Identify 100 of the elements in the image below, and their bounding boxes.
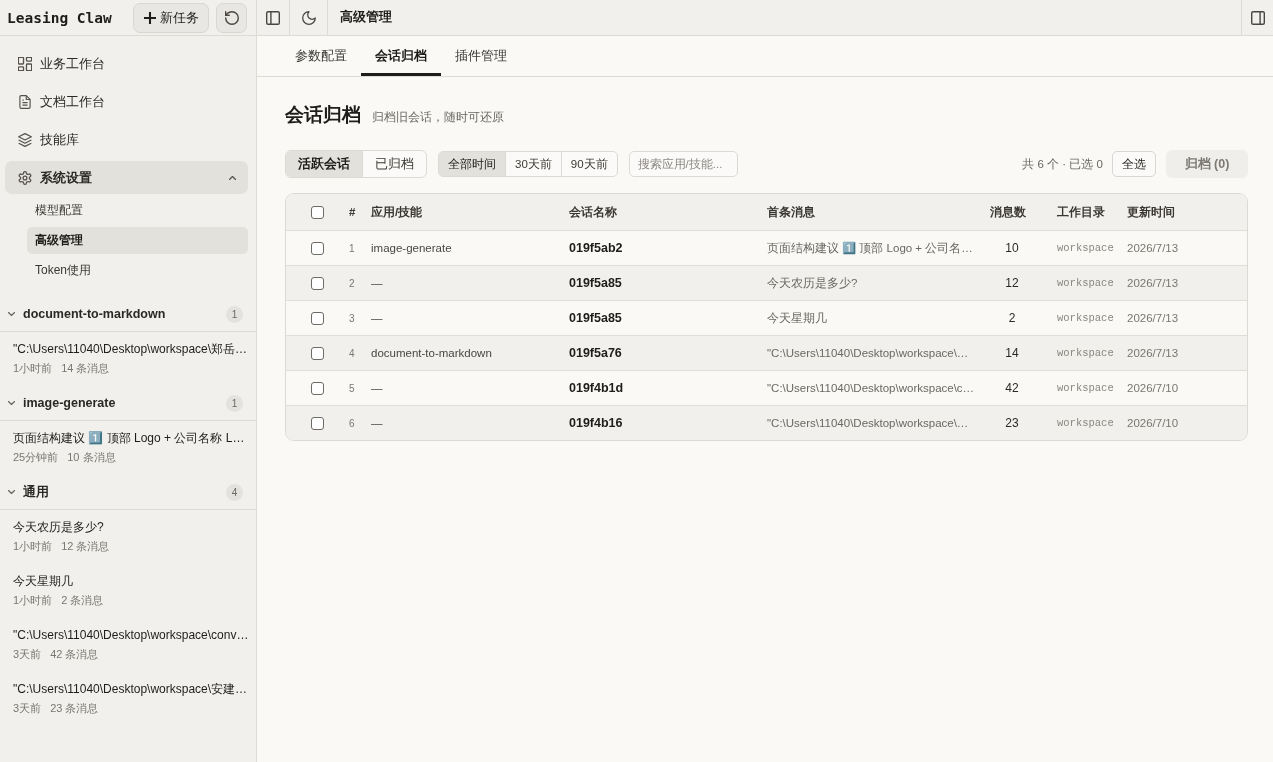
- nav-item[interactable]: 文档工作台: [5, 85, 248, 118]
- nav-item[interactable]: 系统设置: [5, 161, 248, 194]
- group-header[interactable]: document-to-markdown 1: [0, 297, 256, 332]
- session-time: 1小时前: [13, 593, 53, 608]
- row-checkbox[interactable]: [310, 381, 324, 395]
- column-header: 工作目录: [1056, 204, 1106, 220]
- message-count: 12 条消息: [61, 539, 110, 554]
- column-header: 应用/技能: [370, 204, 424, 220]
- column-header: 更新时间: [1126, 204, 1176, 220]
- table-cell-text: 019f5ab2: [568, 241, 624, 255]
- table-cell-text: 019f4b16: [568, 416, 624, 430]
- page-subtitle: 归档旧会话，随时可还原: [372, 110, 504, 125]
- plus-icon: [143, 11, 156, 24]
- message-count: 42 条消息: [50, 647, 99, 662]
- table-cell-text: 1: [348, 242, 356, 254]
- table-cell-text: workspace: [1056, 382, 1115, 394]
- table-cell-text: 2026/7/13: [1126, 312, 1180, 324]
- select-all-checkbox[interactable]: [310, 205, 324, 219]
- table-cell-text: 今天农历是多少?: [766, 275, 859, 291]
- search-field[interactable]: 搜索应用/技能...: [628, 151, 738, 177]
- message-count: 10 条消息: [67, 450, 116, 465]
- table-cell-text: 2026/7/10: [1126, 417, 1180, 429]
- table-cell-text: document-to-markdown: [370, 347, 493, 359]
- table-cell-text: 23: [1004, 416, 1020, 430]
- table-cell-text: —: [370, 277, 384, 289]
- session-title[interactable]: 今天农历是多少?: [13, 518, 104, 536]
- tab[interactable]: 插件管理: [441, 36, 521, 76]
- status-filter-button[interactable]: 活跃会话: [286, 151, 362, 177]
- count-badge: 1: [226, 394, 243, 412]
- table-cell-text: workspace: [1056, 277, 1115, 289]
- dashboard-icon: [18, 56, 32, 71]
- group-header[interactable]: image-generate 1: [0, 386, 256, 421]
- table-cell-text: 10: [1004, 241, 1020, 255]
- table-cell-text: "C:\Users\11040\Desktop\workspace\c…: [766, 382, 975, 394]
- refresh-button[interactable]: [216, 2, 247, 33]
- session-title[interactable]: "C:\Users\11040\Desktop\workspace\安建…: [13, 680, 248, 698]
- table-cell-text: 14: [1004, 346, 1020, 360]
- group-header[interactable]: 通用 4: [0, 475, 256, 510]
- page-title: 高级管理: [339, 8, 393, 26]
- table-cell-text: 页面结构建议 1⃣ 顶部 Logo + 公司名…: [766, 240, 974, 256]
- nav-item[interactable]: 业务工作台: [5, 47, 248, 80]
- table-cell-text: 019f4b1d: [568, 381, 625, 395]
- session-title[interactable]: 页面结构建议 1⃣ 顶部 Logo + 公司名称 L…: [13, 429, 245, 447]
- column-header: 首条消息: [766, 204, 816, 220]
- column-header: 会话名称: [568, 204, 618, 220]
- layers-icon: [18, 132, 32, 147]
- table-cell-text: 019f5a85: [568, 311, 623, 325]
- message-count: 23 条消息: [50, 701, 99, 716]
- session-title[interactable]: "C:\Users\11040\Desktop\workspace\conv…: [13, 626, 249, 644]
- table-cell-text: —: [370, 382, 384, 394]
- row-checkbox[interactable]: [310, 311, 324, 325]
- selection-summary: 共 6 个 · 已选 0: [1022, 156, 1103, 172]
- table-cell-text: 42: [1004, 381, 1020, 395]
- table-cell-text: workspace: [1056, 347, 1115, 359]
- table-cell-text: 12: [1004, 276, 1020, 290]
- nav-subitem[interactable]: Token使用: [27, 257, 248, 284]
- nav-subitem[interactable]: 模型配置: [27, 197, 248, 224]
- time-filter-button[interactable]: 全部时间: [439, 152, 505, 176]
- app-logo: Leasing Claw: [7, 9, 112, 26]
- session-time: 3天前: [13, 647, 42, 662]
- table-cell-text: 019f5a85: [568, 276, 623, 290]
- status-filter-button[interactable]: 已归档: [362, 151, 426, 177]
- table-cell-text: —: [370, 417, 384, 429]
- row-checkbox[interactable]: [310, 276, 324, 290]
- tab[interactable]: 会话归档: [361, 36, 441, 76]
- session-time: 1小时前: [13, 539, 53, 554]
- settings-icon: [18, 170, 32, 185]
- session-title[interactable]: "C:\Users\11040\Desktop\workspace\郑岳…: [13, 340, 248, 358]
- nav-subitem[interactable]: 高级管理: [27, 227, 248, 254]
- row-checkbox[interactable]: [310, 346, 324, 360]
- table-cell-text: workspace: [1056, 242, 1115, 254]
- table-cell-text: "C:\Users\11040\Desktop\workspace\…: [766, 347, 970, 359]
- moon-icon: [301, 10, 316, 25]
- count-badge: 4: [226, 483, 243, 501]
- table-cell-text: 2: [348, 277, 356, 289]
- table-cell-text: 2026/7/10: [1126, 382, 1180, 394]
- count-badge: 1: [226, 305, 243, 323]
- select-all-button[interactable]: 全选: [1112, 151, 1156, 177]
- row-checkbox[interactable]: [310, 241, 324, 255]
- time-filter-button[interactable]: 90天前: [560, 152, 617, 176]
- column-header: 消息数: [989, 204, 1027, 220]
- table-cell-text: workspace: [1056, 312, 1115, 324]
- table-cell-text: 2026/7/13: [1126, 277, 1180, 289]
- table-cell-text: workspace: [1056, 417, 1115, 429]
- session-time: 25分钟前: [13, 450, 59, 465]
- message-count: 14 条消息: [61, 361, 110, 376]
- document-icon: [18, 94, 32, 109]
- table-cell-text: 6: [348, 417, 356, 429]
- refresh-icon: [224, 10, 239, 25]
- nav-item[interactable]: 技能库: [5, 123, 248, 156]
- table-cell-text: 019f5a76: [568, 346, 623, 360]
- panel-right-icon: [1250, 10, 1265, 25]
- new-task-button[interactable]: 新任务: [133, 2, 209, 33]
- row-checkbox[interactable]: [310, 416, 324, 430]
- table-cell-text: image-generate: [370, 242, 453, 254]
- message-count: 2 条消息: [61, 593, 104, 608]
- time-filter-button[interactable]: 30天前: [505, 152, 561, 176]
- table-cell-text: —: [370, 312, 384, 324]
- session-title[interactable]: 今天星期几: [13, 572, 73, 590]
- tab[interactable]: 参数配置: [281, 36, 361, 76]
